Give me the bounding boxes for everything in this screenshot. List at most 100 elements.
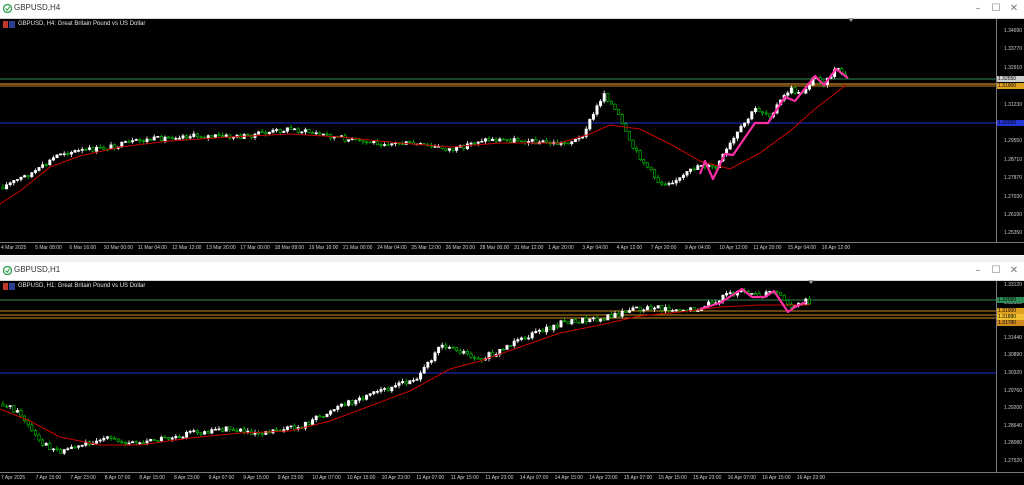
maximize-icon[interactable]: ☐	[989, 2, 1003, 16]
candle-body	[663, 307, 667, 311]
candle-body	[185, 431, 189, 438]
chart-canvas-h1[interactable]: GBPUSD, H1: Great Britain Pound vs US Do…	[0, 280, 1024, 485]
close-icon[interactable]: ✕	[1007, 264, 1021, 278]
candle-body	[613, 103, 617, 110]
candle-body	[174, 436, 178, 439]
candle-body	[174, 138, 178, 140]
candle-body	[8, 182, 12, 186]
candle-body	[545, 326, 549, 333]
candle-body	[177, 137, 181, 140]
candle-body	[375, 391, 379, 393]
candle-body	[159, 136, 163, 142]
candle-body	[221, 428, 225, 432]
candle-body	[638, 306, 642, 311]
price-tick-label: 1.32910	[1003, 64, 1022, 71]
candle-body	[120, 441, 124, 443]
candle-body	[221, 135, 225, 137]
maximize-icon[interactable]: ☐	[989, 264, 1003, 278]
candle-body	[59, 153, 63, 156]
candle-body	[134, 441, 138, 444]
candle-body	[185, 135, 189, 139]
time-tick-label: 8 Apr 23:00	[174, 475, 200, 481]
candle-body	[109, 436, 113, 439]
candle-body	[739, 125, 743, 133]
window-titlebar[interactable]: GBPUSD,H4 – ☐ ✕	[0, 0, 1024, 19]
candle-body	[217, 428, 221, 431]
chart-window-h1[interactable]: GBPUSD,H1 – ☐ ✕ GBPUSD, H1: Great Britai…	[0, 262, 1024, 485]
candle-body	[440, 344, 444, 348]
candle-body	[224, 134, 228, 137]
price-tick-label: 1.25350	[1003, 230, 1022, 237]
candle-body	[501, 348, 505, 351]
candle-body	[548, 326, 552, 331]
price-level-label: 1.31900	[997, 83, 1024, 89]
candle-body	[19, 410, 23, 417]
candle-body	[617, 312, 621, 317]
candle-body	[275, 129, 279, 131]
time-tick-label: 7 Apr 15:00	[35, 475, 62, 481]
chart-canvas-h4[interactable]: GBPUSD, H4: Great Britain Pound vs US Do…	[0, 18, 1024, 255]
candle-body	[638, 150, 642, 160]
minimize-icon[interactable]: –	[971, 2, 985, 16]
candle-body	[213, 134, 217, 138]
candle-body	[41, 439, 45, 446]
candle-body	[753, 108, 757, 112]
time-tick-label: 7 Apr 20:00	[650, 245, 677, 251]
candle-body	[321, 133, 325, 136]
candle-body	[559, 320, 563, 328]
candle-body	[12, 405, 16, 413]
candle-body	[649, 166, 653, 170]
candle-body	[271, 129, 275, 133]
candle-body	[761, 111, 765, 114]
candle-body	[588, 119, 592, 130]
candle-body	[476, 357, 480, 360]
candle-body	[102, 147, 106, 150]
candle-body	[750, 111, 754, 120]
candle-body	[444, 344, 448, 348]
candle-body	[149, 138, 153, 141]
candle-body	[33, 170, 37, 173]
close-icon[interactable]: ✕	[1007, 2, 1021, 16]
time-tick-label: 1 Apr 20:00	[548, 245, 574, 251]
time-tick-label: 10 Apr 23:00	[381, 475, 410, 481]
chart-window-h4[interactable]: GBPUSD,H4 – ☐ ✕ GBPUSD, H4: Great Britai…	[0, 0, 1024, 256]
candle-body	[494, 138, 498, 142]
candle-body	[581, 317, 585, 324]
candle-body	[753, 293, 757, 295]
candle-body	[357, 139, 361, 141]
candle-body	[512, 138, 516, 143]
candle-body	[386, 388, 390, 392]
candle-body	[167, 136, 171, 139]
candle-body	[660, 182, 664, 185]
candle-body	[797, 92, 801, 94]
candle-body	[73, 446, 77, 449]
candle-body	[311, 132, 315, 134]
window-titlebar[interactable]: GBPUSD,H1 – ☐ ✕	[0, 262, 1024, 281]
price-tick-label: 1.29550	[1003, 138, 1022, 145]
candle-body	[134, 139, 138, 141]
candle-body	[102, 437, 106, 441]
candle-body	[325, 133, 329, 136]
candle-body	[350, 400, 354, 405]
candle-body	[491, 138, 495, 142]
candle-body	[645, 162, 649, 168]
candle-body	[217, 134, 221, 136]
candle-body	[455, 347, 459, 352]
minimize-icon[interactable]: –	[971, 264, 985, 278]
candle-body	[145, 440, 149, 444]
candle-body	[451, 346, 455, 349]
candle-body	[429, 360, 433, 363]
candle-body	[584, 317, 588, 323]
candle-body	[332, 409, 336, 412]
candle-body	[516, 138, 520, 142]
candle-body	[329, 410, 333, 415]
time-tick-label: 6 Mar 16:00	[69, 245, 97, 251]
candle-body	[635, 306, 639, 309]
candle-body	[339, 403, 343, 407]
candle-body	[347, 139, 351, 142]
candle-body	[213, 428, 217, 431]
candle-body	[66, 153, 70, 155]
time-tick-label: 31 Mar 12:00	[514, 245, 544, 251]
candle-body	[563, 142, 567, 144]
time-tick-label: 10 Mar 00:00	[103, 245, 134, 251]
